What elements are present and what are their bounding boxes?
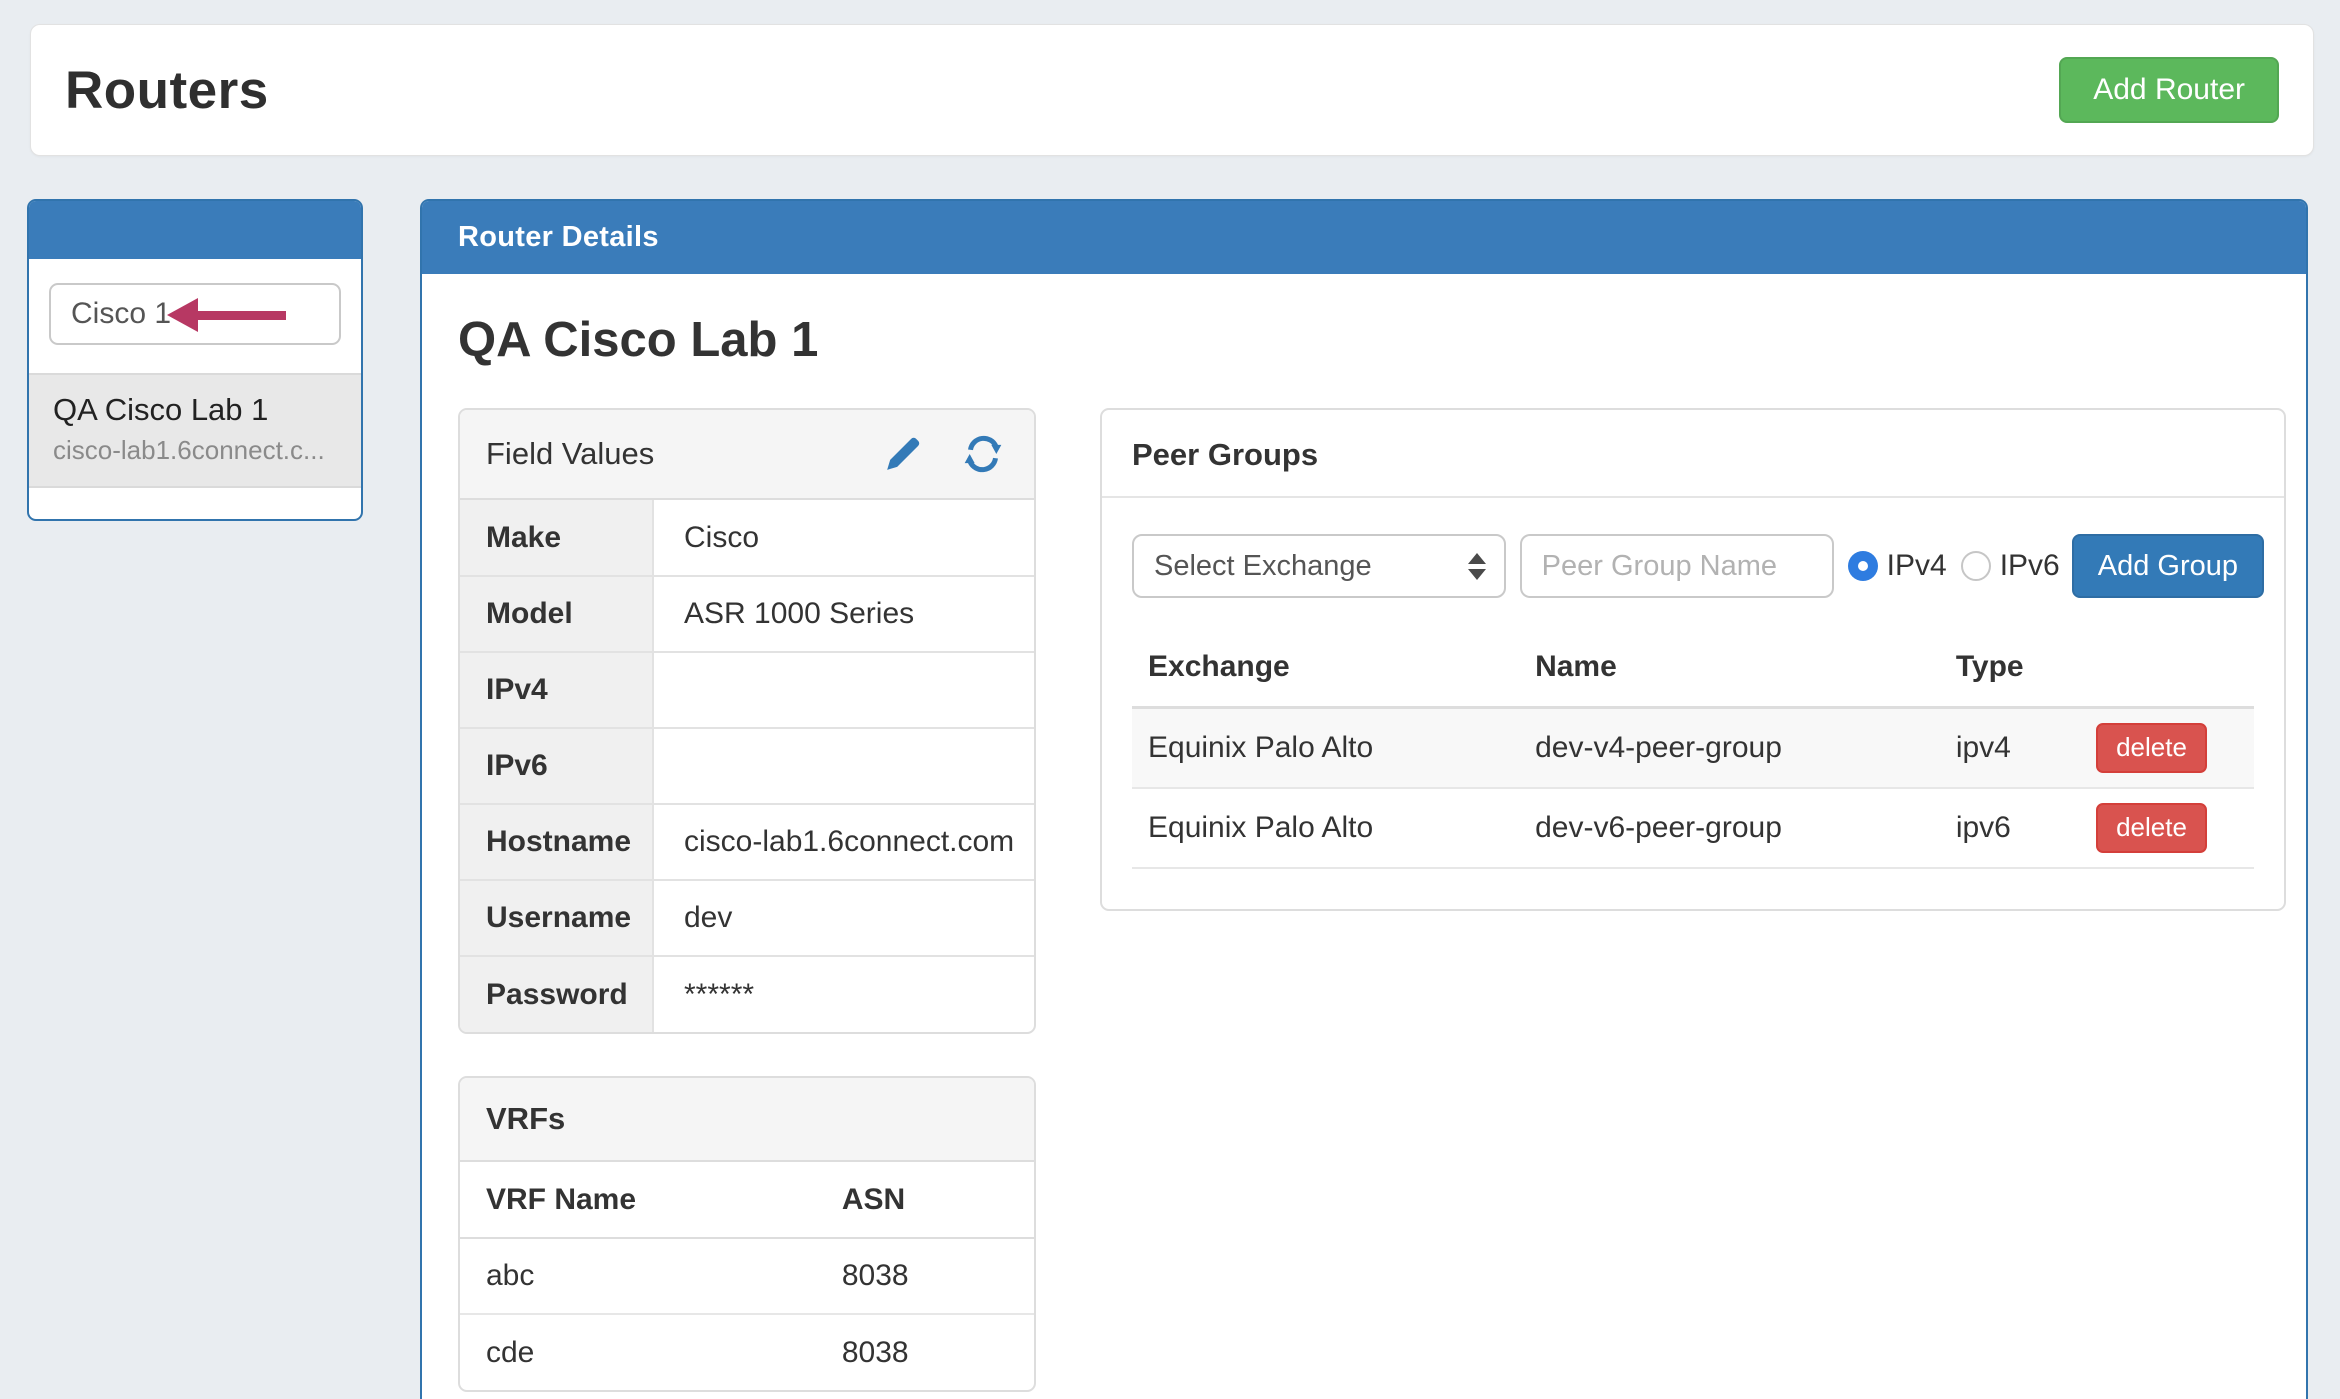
router-list-item-selected[interactable]: QA Cisco Lab 1 cisco-lab1.6connect.c...: [29, 373, 361, 488]
routers-page: { "colors": { "header_blue": "#3a7cba", …: [0, 0, 2340, 1352]
vrf-name-cell: cde: [460, 1314, 816, 1390]
type-column-header: Type: [1940, 636, 2080, 708]
field-label: IPv4: [460, 652, 653, 728]
field-label: Make: [460, 500, 653, 576]
peer-groups-controls: Select Exchange IPv4 IPv6: [1102, 498, 2284, 608]
router-name-heading: QA Cisco Lab 1: [458, 312, 2306, 368]
table-row: Equinix Palo Alto dev-v6-peer-group ipv6…: [1132, 788, 2254, 868]
peer-group-name-cell: dev-v4-peer-group: [1519, 708, 1940, 788]
field-label: IPv6: [460, 728, 653, 804]
field-values-panel: Field Values: [458, 408, 1036, 1034]
table-row: Equinix Palo Alto dev-v4-peer-group ipv4…: [1132, 708, 2254, 788]
ipv4-radio-selected[interactable]: [1848, 551, 1878, 581]
peer-group-exchange-cell: Equinix Palo Alto: [1132, 708, 1519, 788]
sidebar-header-bar: [29, 201, 361, 259]
vrfs-heading: VRFs: [460, 1078, 1034, 1162]
field-value: dev: [653, 880, 1034, 956]
asn-column-header: ASN: [816, 1162, 1034, 1238]
field-label: Hostname: [460, 804, 653, 880]
field-value: [653, 652, 1034, 728]
router-item-name: QA Cisco Lab 1: [53, 392, 337, 428]
table-row: Username dev: [460, 880, 1034, 956]
select-caret-icon: [1468, 553, 1486, 580]
ipv4-radio-group[interactable]: IPv4: [1848, 549, 1947, 583]
router-details-panel: Router Details QA Cisco Lab 1 Field Valu…: [420, 199, 2308, 1399]
field-value: [653, 728, 1034, 804]
delete-button[interactable]: delete: [2096, 803, 2207, 853]
peer-group-type-cell: ipv4: [1940, 708, 2080, 788]
field-value: ASR 1000 Series: [653, 576, 1034, 652]
action-column-header: [2080, 636, 2254, 708]
router-item-hostname: cisco-lab1.6connect.c...: [53, 435, 337, 466]
field-label: Password: [460, 956, 653, 1032]
arrow-tip: [167, 298, 198, 332]
page-header: Routers Add Router: [30, 24, 2314, 156]
vrf-asn-cell: 8038: [816, 1238, 1034, 1314]
peer-group-name-input[interactable]: [1520, 534, 1834, 598]
name-column-header: Name: [1519, 636, 1940, 708]
table-row: Make Cisco: [460, 500, 1034, 576]
table-row: Hostname cisco-lab1.6connect.com: [460, 804, 1034, 880]
field-label: Model: [460, 576, 653, 652]
field-label: Username: [460, 880, 653, 956]
right-column: Peer Groups Select Exchange IPv4: [1100, 408, 2286, 911]
vrf-name-column-header: VRF Name: [460, 1162, 816, 1238]
peer-group-exchange-cell: Equinix Palo Alto: [1132, 788, 1519, 868]
table-row: Model ASR 1000 Series: [460, 576, 1034, 652]
peer-group-action-cell: delete: [2080, 708, 2254, 788]
table-header-row: Exchange Name Type: [1132, 636, 2254, 708]
exchange-select-value: Select Exchange: [1154, 550, 1372, 583]
refresh-icon[interactable]: [962, 433, 1004, 475]
arrow-shaft: [198, 311, 286, 320]
peer-group-action-cell: delete: [2080, 788, 2254, 868]
peer-groups-panel: Peer Groups Select Exchange IPv4: [1100, 408, 2286, 911]
router-details-title: Router Details: [458, 221, 659, 254]
table-row: IPv4: [460, 652, 1034, 728]
vrf-name-cell: abc: [460, 1238, 816, 1314]
add-group-button[interactable]: Add Group: [2072, 534, 2264, 598]
table-row: Password ******: [460, 956, 1034, 1032]
vrfs-title: VRFs: [486, 1101, 565, 1137]
vrfs-table: VRF Name ASN abc 8038 cde 8038: [460, 1162, 1034, 1390]
field-values-title: Field Values: [486, 436, 654, 472]
field-value: ******: [653, 956, 1034, 1032]
field-value: Cisco: [653, 500, 1034, 576]
left-column: Field Values: [458, 408, 1036, 1392]
peer-groups-title: Peer Groups: [1102, 410, 2284, 496]
router-search-section: [29, 259, 361, 373]
annotation-arrow: [167, 298, 286, 332]
peer-group-type-cell: ipv6: [1940, 788, 2080, 868]
table-row: cde 8038: [460, 1314, 1034, 1390]
table-row: abc 8038: [460, 1238, 1034, 1314]
page-title: Routers: [65, 60, 269, 121]
router-details-body: QA Cisco Lab 1 Field Values: [422, 274, 2306, 1392]
ipv6-radio-group[interactable]: IPv6: [1961, 549, 2060, 583]
router-details-header: Router Details: [422, 201, 2306, 274]
field-values-table: Make Cisco Model ASR 1000 Series IPv4: [460, 500, 1034, 1032]
peer-groups-table: Exchange Name Type Equinix Palo Alto dev…: [1132, 636, 2254, 869]
delete-button[interactable]: delete: [2096, 723, 2207, 773]
ipv6-radio-unselected[interactable]: [1961, 551, 1991, 581]
ipv6-radio-label: IPv6: [2000, 549, 2060, 583]
vrf-asn-cell: 8038: [816, 1314, 1034, 1390]
vrfs-panel: VRFs VRF Name ASN abc 8038: [458, 1076, 1036, 1392]
table-row: IPv6: [460, 728, 1034, 804]
router-list-sidebar: QA Cisco Lab 1 cisco-lab1.6connect.c...: [27, 199, 363, 521]
edit-pencil-icon[interactable]: [882, 433, 924, 475]
table-header-row: VRF Name ASN: [460, 1162, 1034, 1238]
peer-group-name-cell: dev-v6-peer-group: [1519, 788, 1940, 868]
ipv4-radio-label: IPv4: [1887, 549, 1947, 583]
add-router-button[interactable]: Add Router: [2059, 57, 2279, 123]
field-value: cisco-lab1.6connect.com: [653, 804, 1034, 880]
exchange-column-header: Exchange: [1132, 636, 1519, 708]
field-values-heading: Field Values: [460, 410, 1034, 500]
exchange-select[interactable]: Select Exchange: [1132, 534, 1506, 598]
